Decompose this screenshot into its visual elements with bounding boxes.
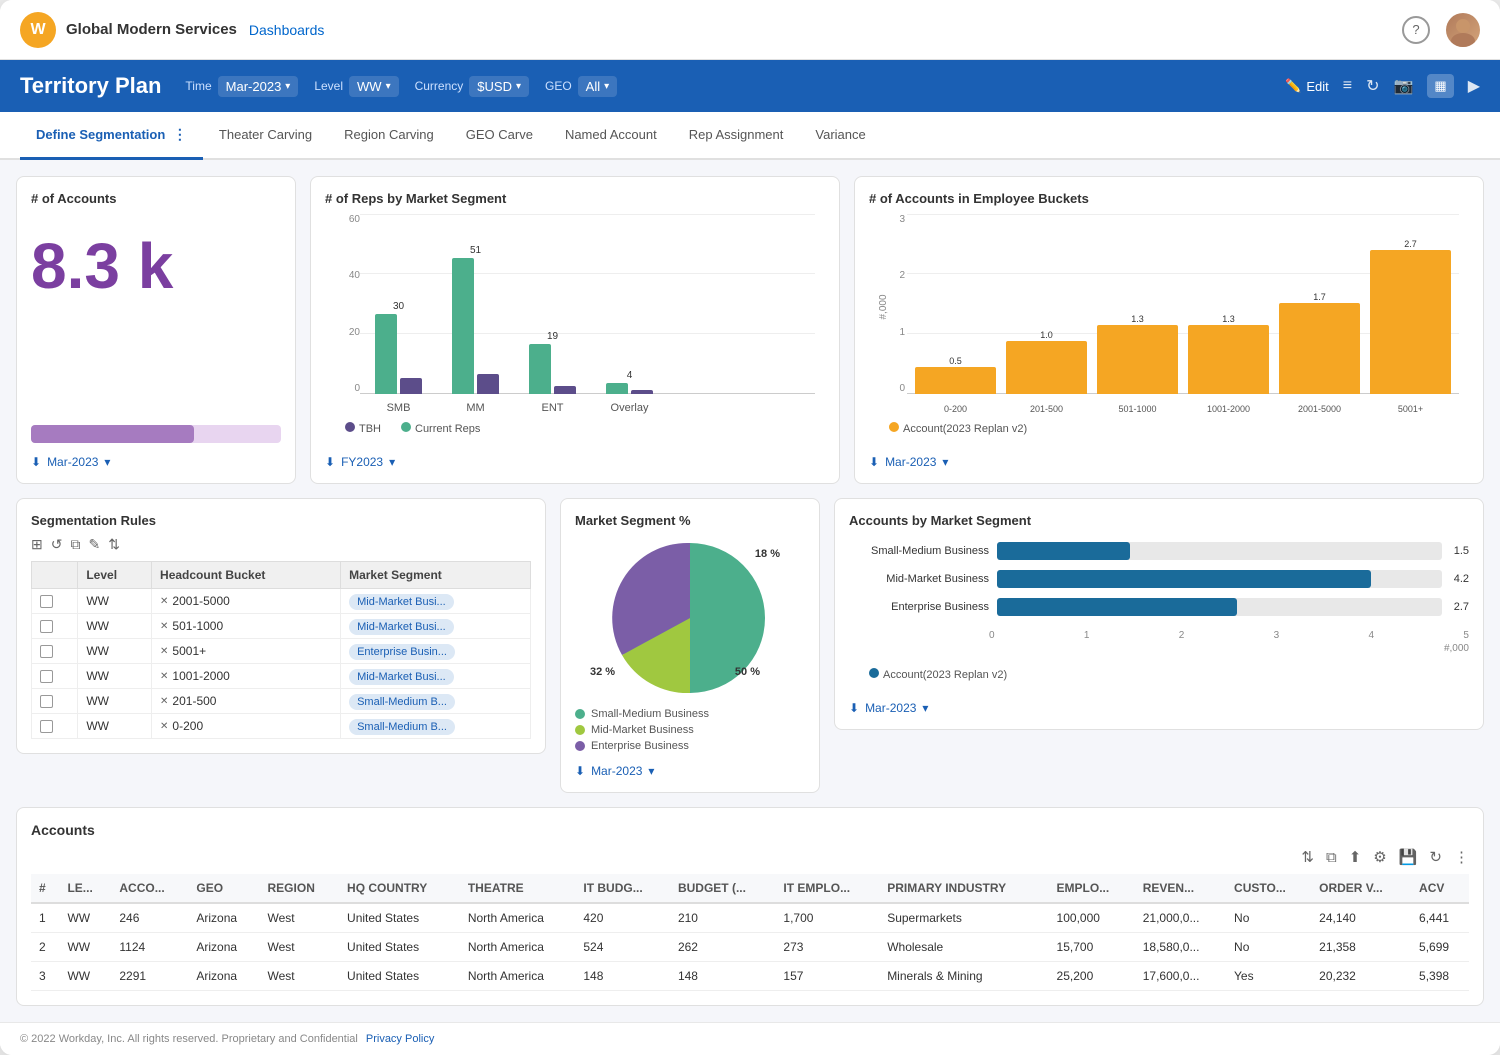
table-row: WW ✕5001+ Enterprise Busin... <box>32 639 531 664</box>
row-checkbox[interactable] <box>40 670 53 683</box>
seg-add-icon[interactable]: ⊞ <box>31 536 43 553</box>
accounts-date-filter[interactable]: ⬇ Mar-2023 ▾ <box>31 455 281 469</box>
row-checkbox[interactable] <box>40 695 53 708</box>
buckets-legend: Account(2023 Replan v2) <box>869 414 1469 443</box>
seg-copy-icon[interactable]: ⧉ <box>70 536 80 553</box>
page-title: Territory Plan <box>20 73 161 99</box>
video-icon[interactable]: ▶ <box>1468 76 1480 96</box>
buckets-chart-card: # of Accounts in Employee Buckets #,000 … <box>854 176 1484 484</box>
tab-theater-carving[interactable]: Theater Carving <box>203 113 328 159</box>
filter-currency: Currency $USD ▾ <box>415 76 529 97</box>
tab-variance[interactable]: Variance <box>799 113 881 159</box>
table-row: WW ✕0-200 Small-Medium B... <box>32 714 531 739</box>
accounts-big-number: 8.3 k <box>31 234 281 298</box>
accounts-card: # of Accounts 8.3 k ⬇ Mar-2023 ▾ <box>16 176 296 484</box>
reps-chart-card: # of Reps by Market Segment 60 40 20 0 <box>310 176 840 484</box>
table-row: WW ✕501-1000 Mid-Market Busi... <box>32 614 531 639</box>
dashboards-link[interactable]: Dashboards <box>249 22 325 38</box>
row-checkbox[interactable] <box>40 595 53 608</box>
filter-geo: GEO All ▾ <box>545 76 617 97</box>
segmentation-rules-card: Segmentation Rules ⊞ ↺ ⧉ ✎ ⇅ Level Headc… <box>16 498 546 754</box>
tab-named-account[interactable]: Named Account <box>549 113 673 159</box>
table-row: 3 WW 2291 Arizona West United States Nor… <box>31 962 1469 991</box>
tab-region-carving[interactable]: Region Carving <box>328 113 450 159</box>
market-segment-card: Market Segment % <box>560 498 820 793</box>
seg-rules-toolbar: ⊞ ↺ ⧉ ✎ ⇅ <box>31 536 531 553</box>
accounts-market-card: Accounts by Market Segment Small-Medium … <box>834 498 1484 730</box>
row-checkbox[interactable] <box>40 720 53 733</box>
table-filter-icon[interactable]: ⇅ <box>1301 848 1314 866</box>
market-seg-date-filter[interactable]: ⬇ Mar-2023 ▾ <box>575 764 805 778</box>
reps-chart-title: # of Reps by Market Segment <box>325 191 825 206</box>
accounts-progress-bar <box>31 425 281 443</box>
refresh-icon[interactable]: ↻ <box>1366 76 1379 96</box>
footer: © 2022 Workday, Inc. All rights reserved… <box>0 1022 1500 1055</box>
accounts-market-title: Accounts by Market Segment <box>849 513 1469 528</box>
seg-rules-table: Level Headcount Bucket Market Segment WW… <box>31 561 531 739</box>
accounts-table-toolbar: ⇅ ⧉ ⬆ ⚙ 💾 ↻ ⋮ <box>31 848 1469 866</box>
geo-filter[interactable]: All ▾ <box>578 76 617 97</box>
table-row: WW ✕2001-5000 Mid-Market Busi... <box>32 589 531 614</box>
reps-date-filter[interactable]: ⬇ FY2023 ▾ <box>325 455 825 469</box>
pie-legend: Small-Medium Business Mid-Market Busines… <box>575 708 805 752</box>
market-segment-title: Market Segment % <box>575 513 805 528</box>
row-checkbox[interactable] <box>40 645 53 658</box>
logo-area: W Global Modern Services <box>20 12 237 48</box>
accounts-card-title: # of Accounts <box>31 191 281 206</box>
user-avatar[interactable] <box>1446 13 1480 47</box>
table-settings-icon[interactable]: ⚙ <box>1373 848 1386 866</box>
seg-filter-icon[interactable]: ⇅ <box>108 536 120 553</box>
camera-icon[interactable]: 📷 <box>1393 76 1413 96</box>
seg-rules-title: Segmentation Rules <box>31 513 531 528</box>
help-icon[interactable]: ? <box>1402 16 1430 44</box>
row-checkbox[interactable] <box>40 620 53 633</box>
table-refresh-icon[interactable]: ↻ <box>1429 848 1442 866</box>
table-save-icon[interactable]: 💾 <box>1399 848 1418 866</box>
workday-logo: W <box>20 12 56 48</box>
privacy-policy-link[interactable]: Privacy Policy <box>366 1033 434 1045</box>
filter-time: Time Mar-2023 ▾ <box>185 76 298 97</box>
table-row: 1 WW 246 Arizona West United States Nort… <box>31 903 1469 933</box>
accounts-market-legend: Account(2023 Replan v2) <box>849 660 1469 689</box>
level-filter[interactable]: WW ▾ <box>349 76 399 97</box>
reps-chart-legend: TBH Current Reps <box>325 414 825 443</box>
tab-rep-assignment[interactable]: Rep Assignment <box>673 113 800 159</box>
seg-undo-icon[interactable]: ↺ <box>51 536 63 553</box>
table-export-icon[interactable]: ⬆ <box>1349 848 1362 866</box>
seg-edit-icon[interactable]: ✎ <box>88 536 100 553</box>
buckets-date-filter[interactable]: ⬇ Mar-2023 ▾ <box>869 455 1469 469</box>
grid-view-icon[interactable]: ▦ <box>1427 74 1453 98</box>
accounts-section-title: Accounts <box>31 822 1469 838</box>
filter-level: Level WW ▾ <box>314 76 398 97</box>
table-more-icon[interactable]: ⋮ <box>1454 848 1469 866</box>
buckets-chart-title: # of Accounts in Employee Buckets <box>869 191 1469 206</box>
filter-icon[interactable]: ≡ <box>1343 77 1352 95</box>
pie-chart: 18 % 32 % 50 % <box>575 538 805 698</box>
table-row: 2 WW 1124 Arizona West United States Nor… <box>31 933 1469 962</box>
accounts-data-table: # LE... ACCO... GEO REGION HQ COUNTRY TH… <box>31 874 1469 991</box>
accounts-market-date-filter[interactable]: ⬇ Mar-2023 ▾ <box>849 701 1469 715</box>
tabs-bar: Define Segmentation ⋮ Theater Carving Re… <box>0 112 1500 160</box>
table-copy-icon[interactable]: ⧉ <box>1326 849 1337 866</box>
edit-button[interactable]: ✏️ Edit <box>1285 78 1329 94</box>
app-name: Global Modern Services <box>66 21 237 38</box>
accounts-section: Accounts ⇅ ⧉ ⬆ ⚙ 💾 ↻ ⋮ # LE... ACCO... G… <box>16 807 1484 1006</box>
table-row: WW ✕201-500 Small-Medium B... <box>32 689 531 714</box>
tab-define-segmentation[interactable]: Define Segmentation ⋮ <box>20 112 203 160</box>
tab-geo-carve[interactable]: GEO Carve <box>450 113 549 159</box>
table-row: WW ✕1001-2000 Mid-Market Busi... <box>32 664 531 689</box>
time-filter[interactable]: Mar-2023 ▾ <box>218 76 299 97</box>
h-bar-chart: Small-Medium Business 1.5 Mid-Market Bus… <box>849 536 1469 660</box>
currency-filter[interactable]: $USD ▾ <box>469 76 529 97</box>
